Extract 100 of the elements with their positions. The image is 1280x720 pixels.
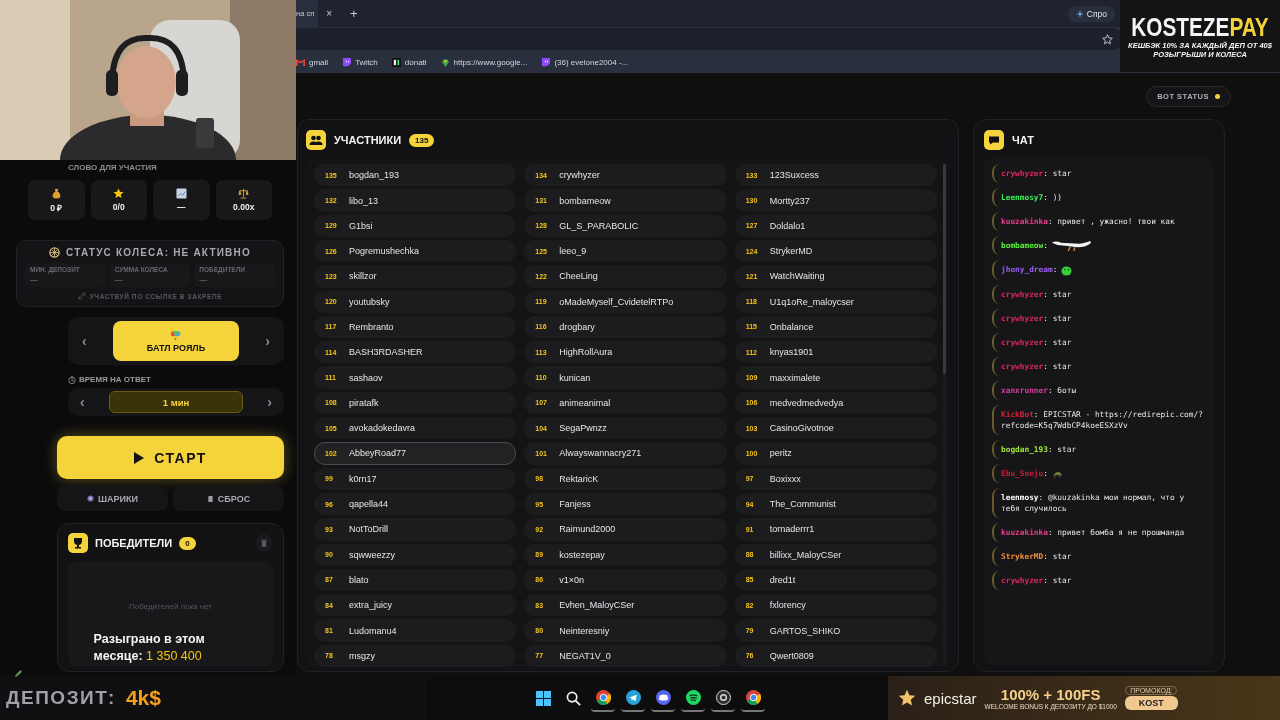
link-icon xyxy=(77,292,86,300)
timer-label: ВРЕМЯ НА ОТВЕТ xyxy=(79,375,151,384)
participant-name: Neinteresniy xyxy=(559,625,610,636)
participant-name: WatchWaiting xyxy=(769,271,825,282)
participant-name: piratafk xyxy=(349,397,379,408)
mode-button[interactable]: БАТЛ РОЯЛЬ xyxy=(113,321,239,361)
bookmark[interactable]: gmail xyxy=(296,57,329,67)
participant-name: BASH3RDASHER xyxy=(349,347,423,358)
participant-name: Ludomanu4 xyxy=(349,625,397,636)
participants-title: УЧАСТНИКИ xyxy=(334,134,402,147)
participant-name: U1q1oRe_maloycser xyxy=(769,296,854,307)
participant-name: 123Suxcess xyxy=(769,170,819,181)
trash-icon xyxy=(261,539,267,547)
participant-name: peritz xyxy=(769,448,792,459)
scales-icon xyxy=(238,188,250,199)
count-badge: 0 xyxy=(179,536,196,550)
promo-brand: epicstar xyxy=(924,689,977,707)
deposit-value: 4k$ xyxy=(125,686,161,710)
deposit-label: ДЕПОЗИТ: xyxy=(6,687,116,709)
participant-name: libo_13 xyxy=(349,195,379,206)
participant-name: medvedmedvedya xyxy=(769,397,844,408)
trophy-icon xyxy=(68,533,88,553)
participant-name: Alwayswannacry271 xyxy=(559,448,642,459)
logo-icon xyxy=(391,57,401,67)
wheel-status-title: СТАТУС КОЛЕСА: НЕ АКТИВНО xyxy=(66,247,251,258)
participant-name: CasinoGivotnoe xyxy=(769,423,834,434)
participant-name: skillzor xyxy=(349,271,377,282)
trash-icon xyxy=(206,495,214,502)
participant-name: kunican xyxy=(559,372,591,383)
new-tab-button[interactable]: + xyxy=(350,6,358,21)
star-icon[interactable] xyxy=(1102,33,1113,45)
pencil-icon[interactable] xyxy=(14,669,23,678)
participant-name: drogbary xyxy=(559,322,595,332)
participant-name: tornaderrr1 xyxy=(769,524,815,535)
bookmark[interactable]: donati xyxy=(391,57,427,67)
participant-name: animeanimal xyxy=(559,397,611,408)
participant-name: leeo_9 xyxy=(559,246,587,257)
participant-name: Onbalance xyxy=(769,322,814,332)
close-tab-button[interactable]: × xyxy=(326,8,333,19)
participant-name: Pogremushechka xyxy=(349,246,420,257)
participant-name: GL_S_PARABOLIC xyxy=(559,220,639,231)
bookmark-label: Twitch xyxy=(355,57,378,67)
participant-name: SegaPwnzz xyxy=(559,423,607,434)
start-button[interactable]: СТАРТ xyxy=(57,436,284,479)
field-value: — xyxy=(30,275,39,284)
field-value: — xyxy=(114,275,124,284)
field-value: — xyxy=(199,275,209,284)
participant-name: GARTOS_SHIKO xyxy=(769,625,841,636)
goose-emote-icon xyxy=(1051,240,1092,252)
participant-name: Evhen_MaloyCSer xyxy=(559,600,635,611)
participant-name: Fanjess xyxy=(559,499,591,510)
star-icon xyxy=(113,188,125,199)
participant-name: CheeLing xyxy=(559,271,598,282)
balls-button[interactable]: ШАРИКИ xyxy=(57,486,168,511)
participant-name: youtubsky xyxy=(349,296,390,307)
winners-title: ПОБЕДИТЕЛИ xyxy=(95,537,173,549)
participant-name: k0rn17 xyxy=(349,473,377,484)
brand-name: KOSTEZEPAY xyxy=(1131,13,1269,41)
wheel-icon xyxy=(49,247,61,258)
trash-button[interactable] xyxy=(255,534,273,552)
word-label: СЛОВО ДЛЯ УЧАСТИЯ xyxy=(68,163,158,172)
participant-name: Boxixxx xyxy=(769,473,801,484)
balloons-icon xyxy=(170,329,182,341)
timer-value: 1 мин xyxy=(109,391,243,413)
participant-name: sqwweezzy xyxy=(349,549,395,560)
bookmark[interactable]: Twitch xyxy=(342,57,378,67)
participant-name: AbbeyRoad77 xyxy=(349,448,407,459)
participant-name: blato xyxy=(349,574,369,585)
side-button[interactable]: Спро xyxy=(1067,5,1115,22)
participant-name: kostezepay xyxy=(559,549,605,560)
monthly-total-text: Разыграно в этом месяце: 1 350 400 xyxy=(93,631,206,665)
participant-name: knyas1901 xyxy=(769,347,814,358)
play-icon xyxy=(134,451,145,464)
map-pin-icon xyxy=(440,57,450,67)
stat-value: — xyxy=(177,202,186,212)
participant-name: Raimund2000 xyxy=(559,524,616,535)
next-button[interactable]: › xyxy=(261,394,278,410)
participant-name: fxlorency xyxy=(769,600,806,611)
chat-title: ЧАТ xyxy=(1012,134,1034,147)
participant-name: bogdan_193 xyxy=(349,170,400,181)
participant-name: bombameow xyxy=(559,195,611,206)
participant-name: Qwert0809 xyxy=(769,650,814,661)
participant-name: qapella44 xyxy=(349,499,389,510)
participant-name: NotToDrill xyxy=(349,524,388,535)
participant-name: Mortty237 xyxy=(769,195,810,206)
participant-name: v1×0n xyxy=(559,574,585,585)
people-icon xyxy=(306,130,326,151)
participant-name: RektaricK xyxy=(559,473,599,484)
stat-value: 0/0 xyxy=(112,202,125,212)
count-badge: 135 xyxy=(409,133,435,147)
clock-icon xyxy=(68,375,76,384)
ball-icon xyxy=(87,495,94,502)
participant-name: G1bsi xyxy=(349,220,373,231)
stat-value: 0 ₽ xyxy=(50,201,63,213)
reset-button[interactable]: СБРОС xyxy=(173,486,284,511)
next-button[interactable]: › xyxy=(259,333,276,349)
previous-button[interactable]: ‹ xyxy=(76,333,93,349)
participant-name: extra_juicy xyxy=(349,600,393,611)
participant-name: billixx_MaloyCSer xyxy=(769,549,842,560)
previous-button[interactable]: ‹ xyxy=(74,394,91,410)
